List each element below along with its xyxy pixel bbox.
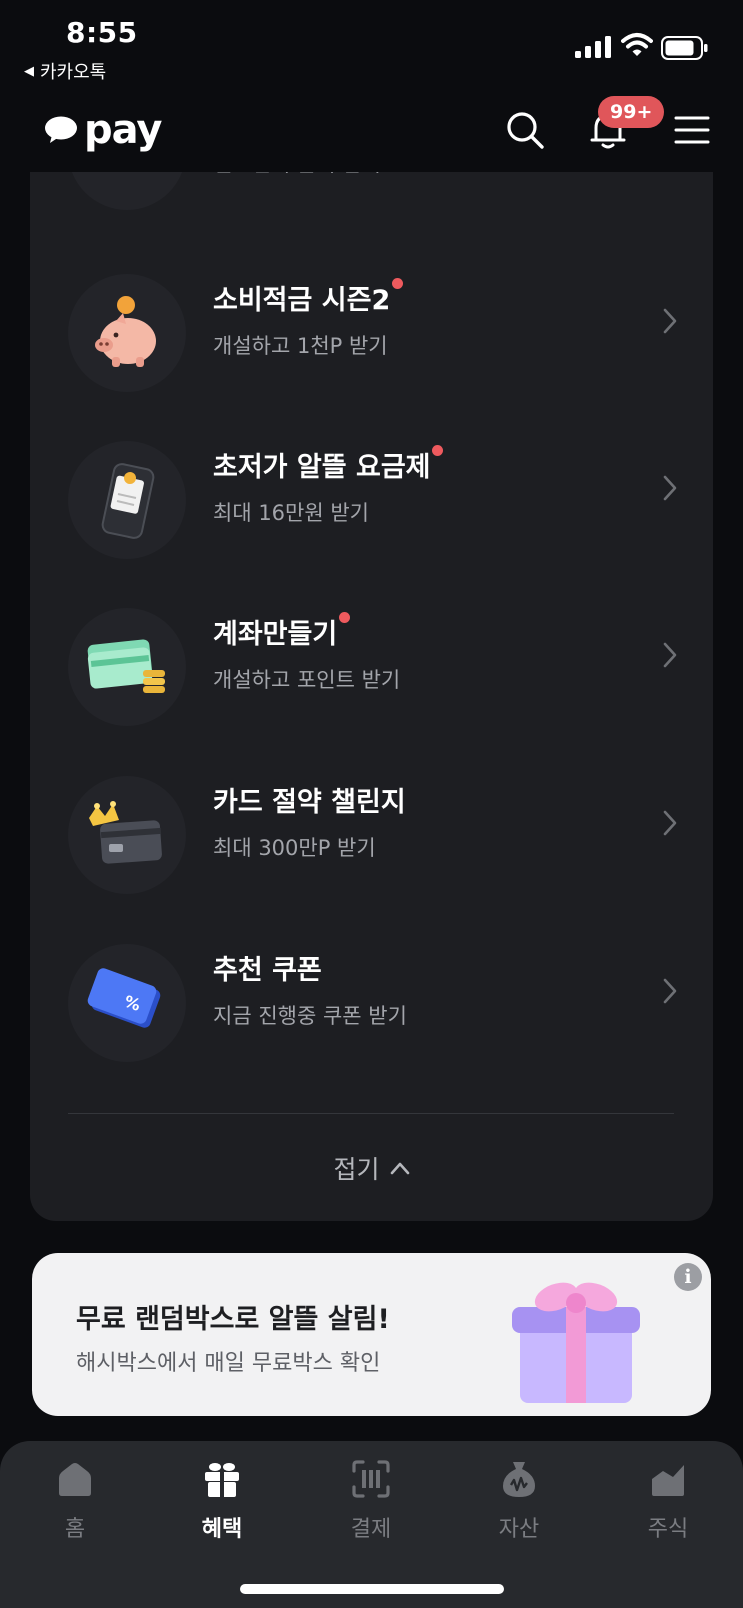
hamburger-menu-icon — [674, 116, 710, 144]
chevron-right-icon — [663, 810, 677, 836]
tab-home[interactable]: 홈 — [20, 1459, 130, 1543]
tab-label: 홈 — [64, 1517, 86, 1542]
menu-button[interactable] — [670, 108, 714, 152]
tab-payment[interactable]: 결제 — [316, 1459, 426, 1543]
crown-card-icon — [68, 776, 186, 894]
new-indicator-dot — [432, 445, 443, 456]
back-to-app-link[interactable]: ◀ 카카오톡 — [24, 58, 106, 84]
chevron-right-icon — [663, 308, 677, 334]
status-bar: 8:55 ◀ 카카오톡 — [0, 0, 743, 90]
benefit-row-account[interactable]: 계좌만들기 개설하고 포인트 받기 — [30, 584, 713, 726]
benefits-card: 걸으면서 금리 받기 소비적금 시즌2 개설하고 1천P 받기 — [30, 120, 713, 1221]
scan-pay-icon — [352, 1460, 390, 1498]
benefit-title: 계좌만들기 — [213, 619, 338, 650]
collapse-button[interactable]: 접기 — [30, 1150, 713, 1186]
kakaopay-logo[interactable]: pay — [44, 107, 162, 153]
chevron-right-icon — [663, 642, 677, 668]
home-icon — [59, 1463, 91, 1496]
stock-chart-icon — [652, 1465, 684, 1496]
logo-text: pay — [84, 107, 162, 153]
cellular-signal-icon — [575, 36, 611, 58]
tab-label: 혜택 — [201, 1517, 243, 1542]
info-icon[interactable]: i — [674, 1263, 702, 1291]
benefit-subtitle: 지금 진행중 쿠폰 받기 — [213, 1004, 407, 1028]
gift-icon — [205, 1463, 239, 1497]
tab-benefits[interactable]: 혜택 — [167, 1459, 277, 1543]
benefit-row-card-challenge[interactable]: 카드 절약 챌린지 최대 300만P 받기 — [30, 752, 713, 894]
banner-title: 무료 랜덤박스로 알뜰 살림! — [76, 1304, 390, 1335]
back-triangle-icon: ◀ — [24, 63, 34, 79]
bottom-tab-bar: 홈 혜택 결제 자산 주식 — [0, 1441, 743, 1608]
benefit-title: 카드 절약 챌린지 — [213, 787, 406, 818]
bank-card-coins-icon — [68, 608, 186, 726]
benefit-title: 초저가 알뜰 요금제 — [213, 452, 431, 483]
tab-label: 주식 — [647, 1517, 689, 1542]
random-box-banner[interactable]: 무료 랜덤박스로 알뜰 살림! 해시박스에서 매일 무료박스 확인 i — [32, 1253, 711, 1416]
back-app-label: 카카오톡 — [40, 62, 107, 83]
speech-bubble-icon — [45, 116, 77, 143]
money-bag-icon — [503, 1462, 535, 1497]
new-indicator-dot — [339, 612, 350, 623]
tab-assets[interactable]: 자산 — [464, 1459, 574, 1543]
wifi-icon — [621, 33, 653, 56]
chevron-right-icon — [663, 475, 677, 501]
benefit-title: 추천 쿠폰 — [213, 955, 322, 986]
tab-stocks[interactable]: 주식 — [613, 1459, 723, 1543]
collapse-label: 접기 — [333, 1155, 380, 1184]
benefit-row-coupon[interactable]: % 추천 쿠폰 지금 진행중 쿠폰 받기 — [30, 920, 713, 1062]
notification-badge: 99+ — [598, 96, 665, 128]
home-indicator[interactable] — [240, 1584, 504, 1594]
status-time: 8:55 — [66, 16, 138, 49]
benefit-row-phone-plan[interactable]: 초저가 알뜰 요금제 최대 16만원 받기 — [30, 417, 713, 559]
piggy-bank-icon — [68, 274, 186, 392]
benefit-subtitle: 최대 300만P 받기 — [213, 836, 376, 860]
divider — [68, 1113, 674, 1114]
benefit-subtitle: 개설하고 포인트 받기 — [213, 668, 401, 692]
search-icon — [507, 112, 544, 149]
phone-bill-icon — [68, 441, 186, 559]
banner-subtitle: 해시박스에서 매일 무료박스 확인 — [76, 1351, 381, 1376]
search-button[interactable] — [503, 108, 547, 152]
benefit-subtitle: 개설하고 1천P 받기 — [213, 334, 388, 358]
coupon-icon: % — [68, 944, 186, 1062]
battery-icon — [661, 36, 708, 60]
benefit-title: 소비적금 시즌2 — [213, 285, 391, 316]
gift-box-icon — [512, 1282, 640, 1403]
app-header: pay 99+ — [0, 90, 743, 172]
new-indicator-dot — [392, 278, 403, 289]
benefit-row-savings[interactable]: 소비적금 시즌2 개설하고 1천P 받기 — [30, 250, 713, 392]
benefit-subtitle: 최대 16만원 받기 — [213, 501, 369, 525]
chevron-right-icon — [663, 978, 677, 1004]
chevron-up-icon — [390, 1162, 409, 1175]
tab-label: 결제 — [350, 1517, 392, 1542]
tab-label: 자산 — [498, 1517, 540, 1542]
